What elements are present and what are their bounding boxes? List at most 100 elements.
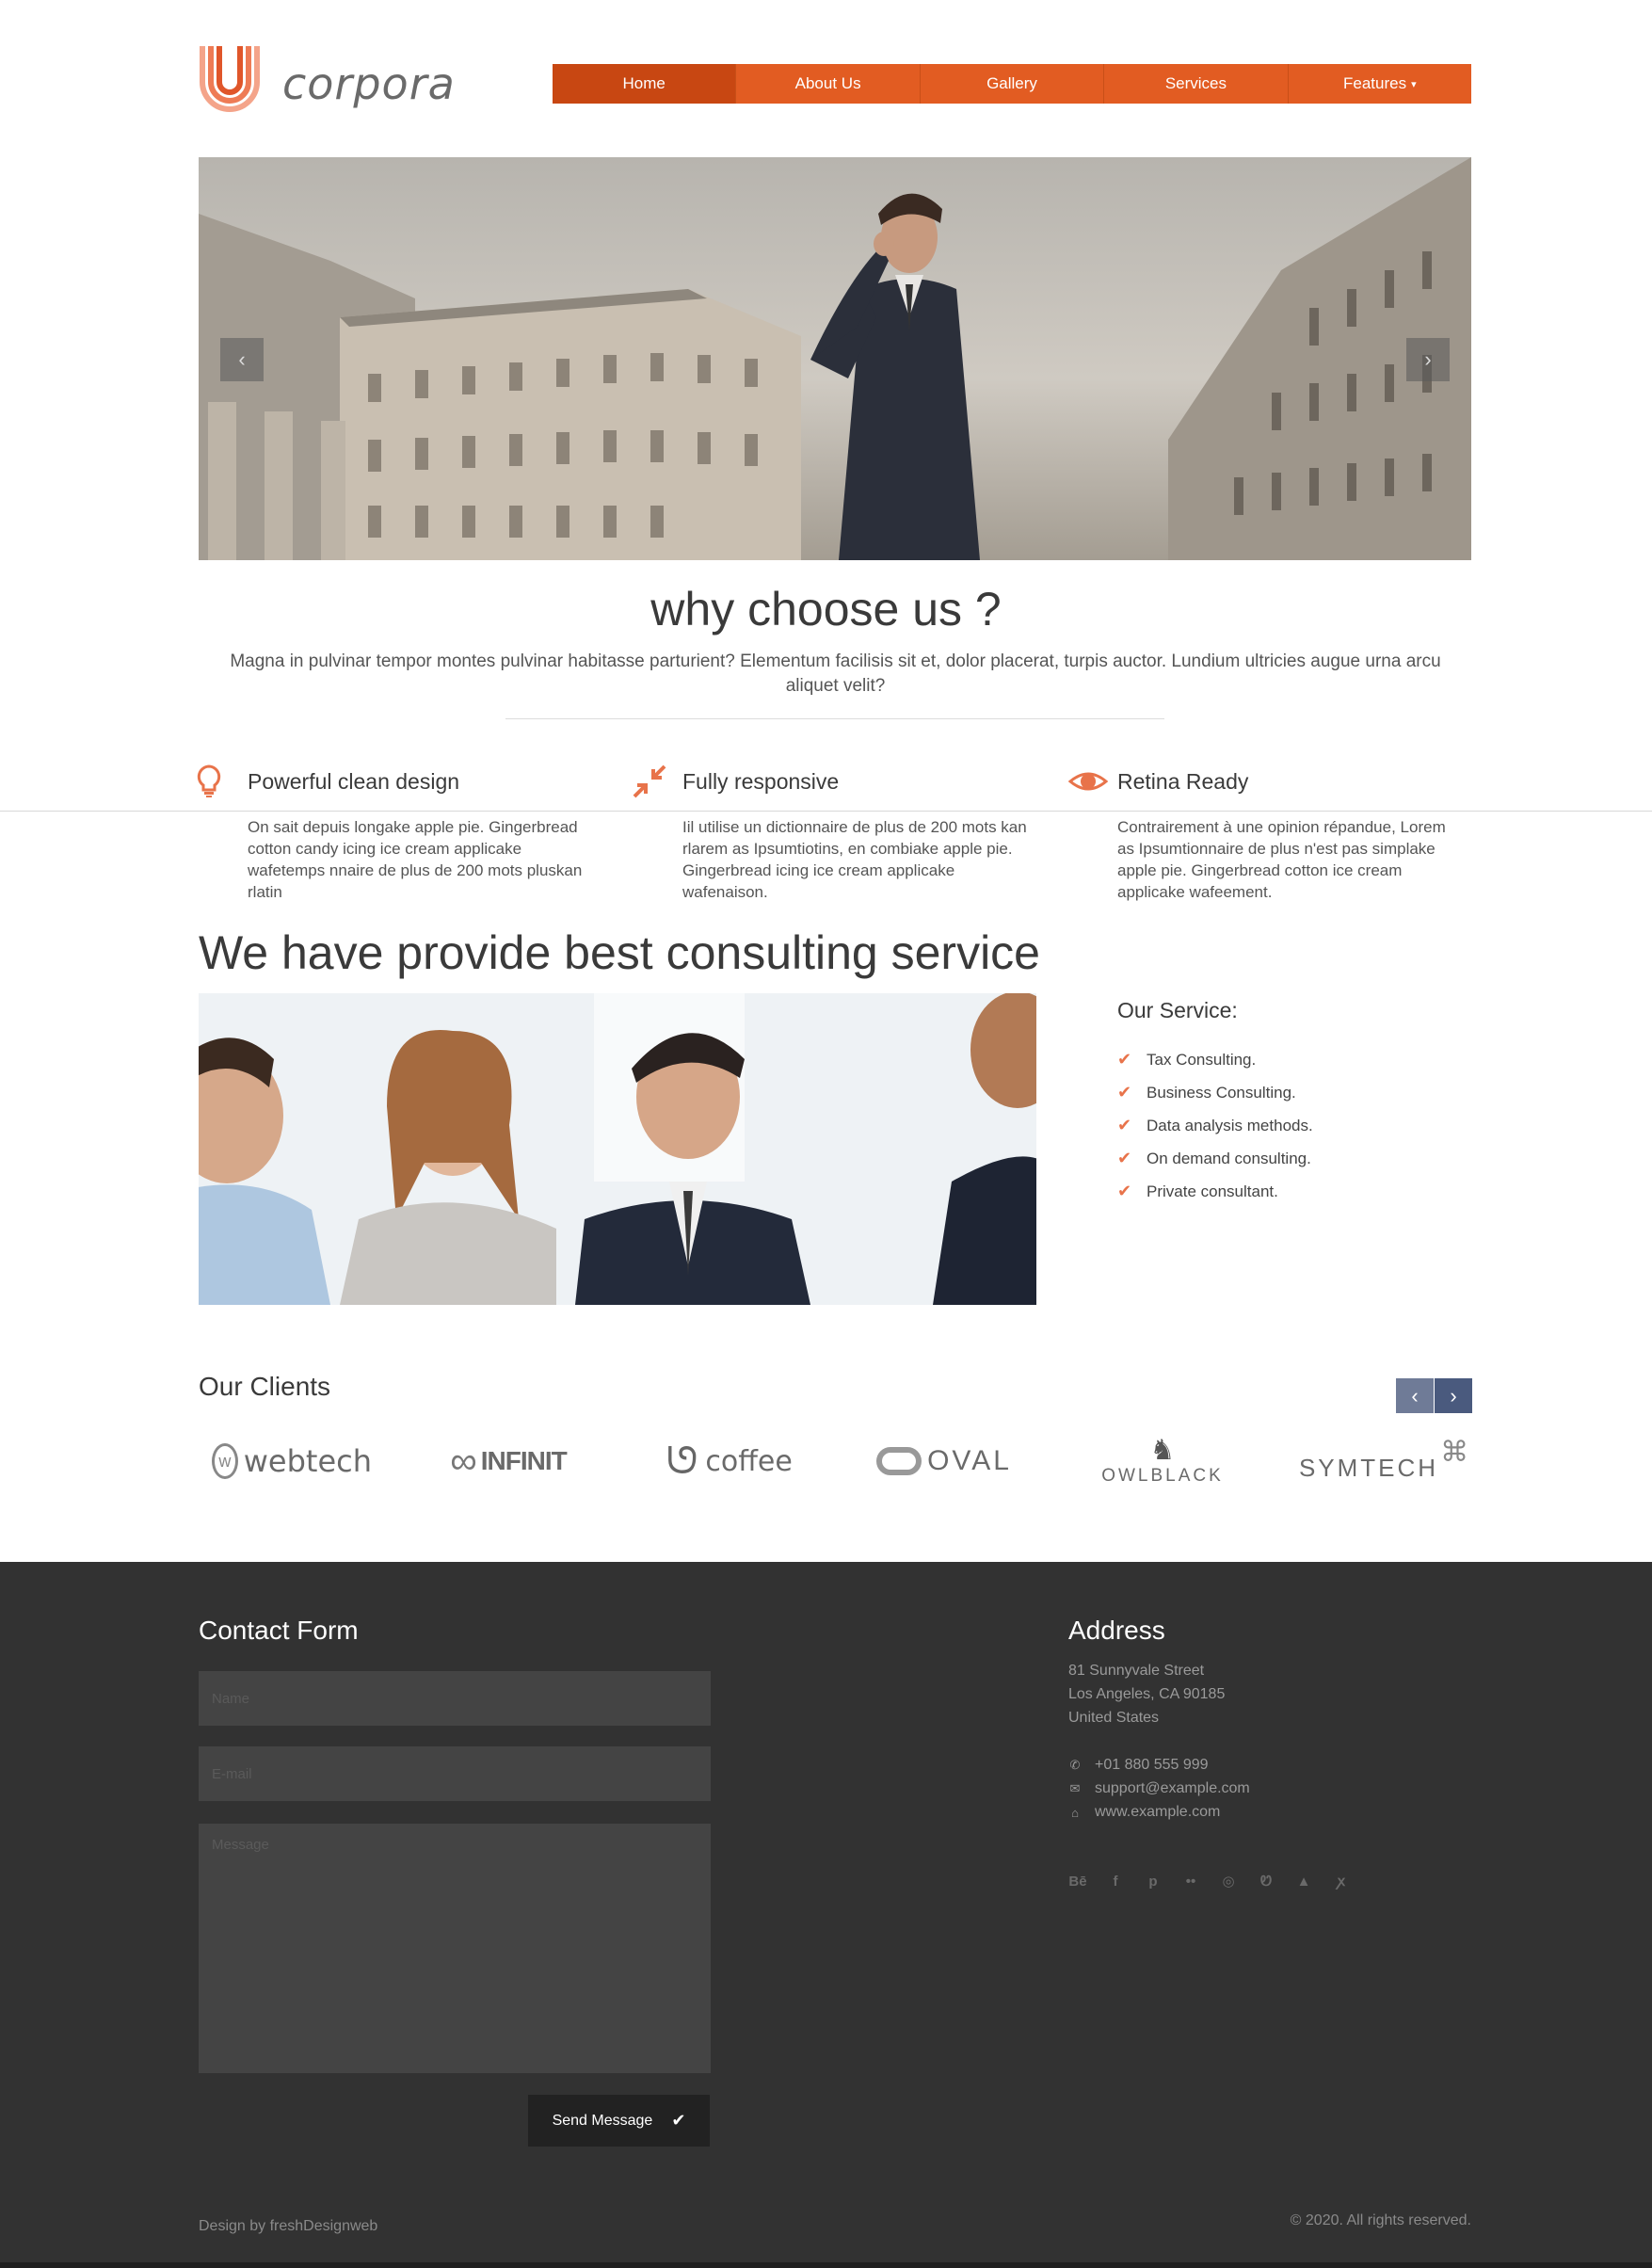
client-logo-coffee[interactable]: ᘎ coffee (650, 1428, 810, 1494)
delicious-icon[interactable]: ▲ (1294, 1872, 1313, 1890)
why-text: Magna in pulvinar tempor montes pulvinar… (230, 651, 1441, 696)
check-icon: ✔ (1117, 1050, 1132, 1069)
service-label: Data analysis methods. (1147, 1116, 1313, 1134)
nav-services[interactable]: Services (1104, 64, 1289, 104)
service-list: ✔ Tax Consulting. ✔ Business Consulting. ✔… (1117, 1043, 1313, 1208)
slider-prev-button[interactable]: ‹ (220, 338, 264, 381)
feature-text-responsive: Iil utilise un dictionnaire de plus de 2… (682, 818, 1027, 901)
list-item: ✔ On demand consulting. (1117, 1142, 1313, 1175)
client-name: OWLBLACK (1101, 1466, 1224, 1486)
clients-title: Our Clients (199, 1372, 331, 1401)
chevron-right-icon: › (1424, 347, 1432, 371)
home-icon: ⌂ (1071, 1805, 1079, 1820)
client-logo-symtech[interactable]: SYMTECH ⌘ (1294, 1428, 1473, 1494)
nav-about-us[interactable]: About Us (736, 64, 921, 104)
email-field[interactable] (199, 1746, 711, 1801)
list-item: ✔ Business Consulting. (1117, 1076, 1313, 1109)
address-line: United States (1068, 1710, 1160, 1726)
phone-icon: ✆ (1069, 1758, 1081, 1772)
feature-divider (0, 811, 1652, 812)
list-item: ✔ Tax Consulting. (1117, 1043, 1313, 1076)
client-logo-webtech[interactable]: w webtech (212, 1428, 372, 1494)
feature-text-design: On sait depuis longake apple pie. Ginger… (248, 818, 583, 901)
service-label: Business Consulting. (1147, 1083, 1296, 1102)
client-name: SYMTECH (1298, 1453, 1439, 1482)
envelope-icon: ✉ (1069, 1781, 1081, 1795)
send-message-button[interactable]: Send Message ✔ (528, 2095, 710, 2147)
feature-title-responsive: Fully responsive (682, 769, 840, 794)
client-name: OVAL (927, 1445, 1012, 1476)
client-name: coffee (705, 1444, 793, 1478)
facebook-icon[interactable]: f (1106, 1872, 1125, 1890)
contact-form-title: Contact Form (199, 1616, 359, 1645)
client-logo-owlblack[interactable]: ♞ OWLBLACK (1083, 1428, 1243, 1494)
client-logo-oval[interactable]: OVAL (864, 1428, 1024, 1494)
phone-number: +01 880 555 999 (1095, 1757, 1209, 1773)
hero-slider: ‹ › (199, 157, 1471, 560)
service-label: Tax Consulting. (1147, 1050, 1257, 1069)
owl-icon: ♞ (1149, 1435, 1176, 1466)
chevron-left-icon: ‹ (238, 347, 246, 371)
client-name: INFINIT (480, 1446, 568, 1475)
chevron-right-icon: › (1450, 1383, 1457, 1407)
webtech-icon: w (212, 1443, 238, 1479)
consulting-image (199, 993, 1036, 1305)
why-title: why choose us ? (650, 583, 1002, 635)
consulting-title: We have provide best consulting service (199, 926, 1040, 979)
xing-icon[interactable]: ꭗ (1332, 1872, 1351, 1890)
name-field[interactable] (199, 1671, 711, 1726)
footer-bottom-bar (0, 2262, 1652, 2268)
section-divider (505, 718, 1164, 719)
chevron-down-icon: ▾ (1411, 78, 1417, 90)
behance-icon[interactable]: Bē (1068, 1872, 1087, 1890)
feature-title-retina: Retina Ready (1117, 769, 1249, 794)
address-block: 81 Sunnyvale Street Los Angeles, CA 9018… (1068, 1659, 1225, 1729)
feature-text-retina: Contrairement à une opinion répandue, Lo… (1117, 818, 1446, 901)
chevron-left-icon: ‹ (1411, 1383, 1419, 1407)
service-title: Our Service: (1117, 998, 1238, 1022)
slider-next-button[interactable]: › (1406, 338, 1450, 381)
coffee-cup-icon: ᘎ (666, 1440, 698, 1482)
check-icon: ✔ (1117, 1083, 1132, 1102)
list-item: ✔ Private consultant. (1117, 1175, 1313, 1208)
copyright: © 2020. All rights reserved. (1290, 2212, 1471, 2228)
client-name: webtech (243, 1443, 372, 1479)
send-label: Send Message (552, 2112, 653, 2129)
email-link[interactable]: support@example.com (1095, 1780, 1250, 1797)
lightbulb-icon (197, 764, 229, 800)
address-line: Los Angeles, CA 90185 (1068, 1686, 1226, 1702)
check-icon: ✔ (1117, 1116, 1132, 1134)
address-line: 81 Sunnyvale Street (1068, 1663, 1205, 1679)
symtech-icon: ⌘ (1440, 1436, 1469, 1468)
list-item: ✔ Data analysis methods. (1117, 1109, 1313, 1142)
address-title: Address (1068, 1616, 1165, 1645)
clients-next-button[interactable]: › (1435, 1378, 1472, 1413)
social-links: Bē f p •• ◎ Ꮼ ▲ ꭗ (1068, 1872, 1351, 1890)
phone-row: ✆ +01 880 555 999 (1068, 1757, 1209, 1774)
eye-icon (1067, 764, 1109, 800)
compress-icon (633, 764, 666, 800)
nav-features[interactable]: Features ▾ (1289, 64, 1471, 104)
pinterest-icon[interactable]: p (1144, 1872, 1163, 1890)
main-nav: Home About Us Gallery Services Features … (553, 64, 1471, 104)
feature-title-design: Powerful clean design (248, 769, 460, 794)
service-label: Private consultant. (1147, 1182, 1278, 1200)
client-logo-infinit[interactable]: ∞ INFINIT (428, 1428, 588, 1494)
nav-gallery[interactable]: Gallery (921, 64, 1105, 104)
lastfm-icon[interactable]: Ꮼ (1257, 1872, 1275, 1890)
check-icon: ✔ (671, 2111, 686, 2130)
nav-home[interactable]: Home (553, 64, 737, 104)
email-row[interactable]: ✉ support@example.com (1068, 1780, 1250, 1797)
infinity-icon: ∞ (450, 1440, 477, 1482)
logo-u-icon (200, 46, 260, 112)
design-credit[interactable]: Design by freshDesignweb (199, 2218, 377, 2235)
message-field[interactable] (199, 1824, 711, 2073)
website-row[interactable]: ⌂ www.example.com (1068, 1804, 1220, 1821)
dribbble-icon[interactable]: ◎ (1219, 1872, 1238, 1890)
hero-image (199, 157, 1471, 560)
website-link[interactable]: www.example.com (1095, 1804, 1220, 1821)
oval-icon (876, 1447, 922, 1475)
flickr-icon[interactable]: •• (1181, 1872, 1200, 1890)
clients-prev-button[interactable]: ‹ (1396, 1378, 1434, 1413)
check-icon: ✔ (1117, 1149, 1132, 1167)
